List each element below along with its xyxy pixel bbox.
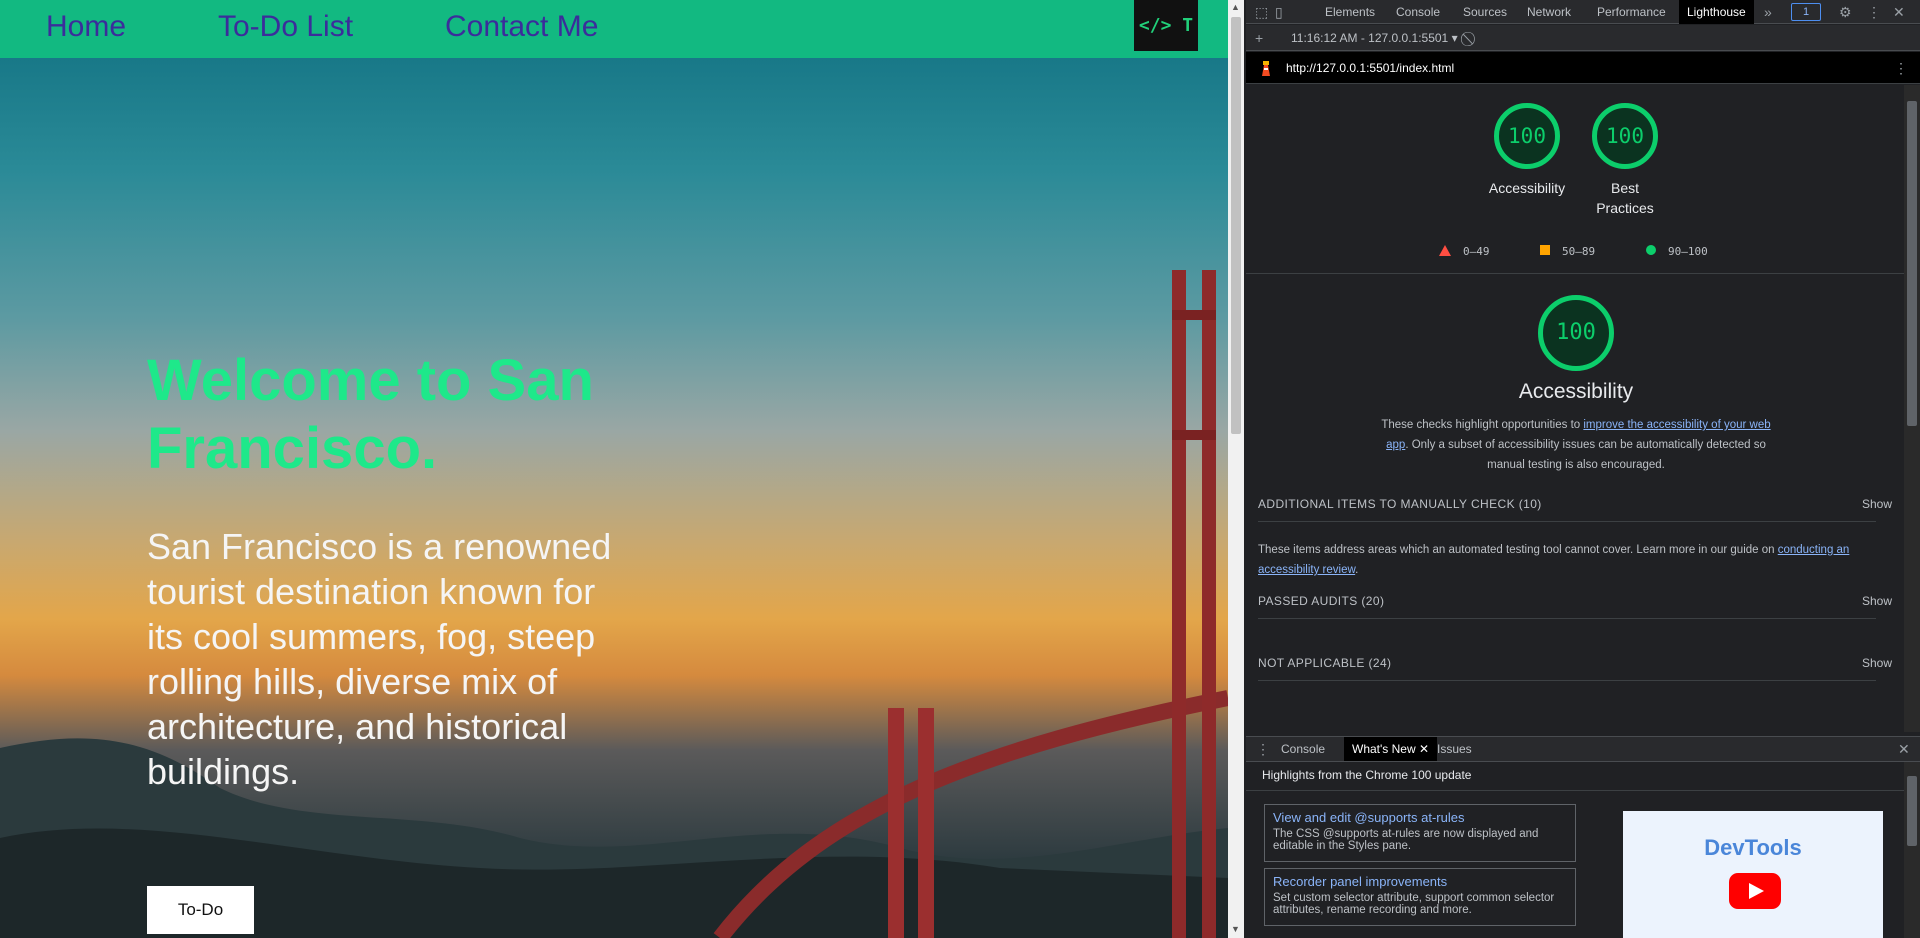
fail-triangle-icon (1439, 245, 1451, 256)
tab-performance[interactable]: Performance (1597, 0, 1666, 24)
drawer-tab-whats-new[interactable]: What's New ✕ (1344, 737, 1438, 761)
issues-badge[interactable]: 1 (1791, 3, 1821, 21)
card-description: The CSS @supports at-rules are now displ… (1273, 828, 1539, 852)
group-manual-check[interactable]: ADDITIONAL ITEMS TO MANUALLY CHECK (10) (1258, 497, 1542, 511)
nav-link-home[interactable]: Home (46, 10, 126, 44)
close-tab-icon[interactable]: ✕ (1419, 742, 1429, 756)
card-title[interactable]: View and edit @supports at-rules (1273, 810, 1567, 825)
devtools-toolbar: ⬚ ▯ Elements Console Sources Network Per… (1246, 0, 1920, 24)
issues-count: 1 (1802, 6, 1810, 18)
report-url[interactable]: http://127.0.0.1:5501/index.html (1286, 61, 1454, 75)
page-scrollbar-thumb[interactable] (1231, 17, 1241, 434)
nav-link-todo-list[interactable]: To-Do List (218, 10, 353, 44)
card-title[interactable]: Recorder panel improvements (1273, 874, 1567, 889)
tab-elements[interactable]: Elements (1325, 0, 1375, 24)
scroll-down-icon[interactable]: ▼ (1231, 924, 1240, 934)
tab-sources[interactable]: Sources (1463, 0, 1507, 24)
card-description: Set custom selector attribute, support c… (1273, 892, 1555, 916)
legend-fail: 0–49 (1439, 245, 1490, 258)
legend-pass: 90–100 (1646, 245, 1708, 258)
browser-window: Home To-Do List Contact Me </> T Welcome… (0, 0, 1920, 938)
score-label-accessibility: Accessibility (1488, 180, 1566, 196)
close-drawer-icon[interactable]: ✕ (1898, 737, 1910, 761)
legend-average: 50–89 (1540, 245, 1595, 258)
scroll-up-icon[interactable]: ▲ (1231, 2, 1240, 12)
promo-title: DevTools (1704, 835, 1802, 860)
score-label-best-practices: Best Practices (1596, 180, 1654, 216)
divider (1258, 680, 1876, 681)
new-report-plus-icon[interactable]: + (1255, 25, 1263, 51)
show-passed-button[interactable]: Show (1862, 594, 1892, 608)
drawer-scrollbar-thumb[interactable] (1907, 776, 1917, 846)
drawer-tabbar: ⋮ Console What's New ✕ Issues ✕ (1246, 736, 1920, 762)
bridge-tower-image (1172, 270, 1216, 938)
score-gauge-accessibility[interactable]: 100 (1494, 103, 1560, 169)
lighthouse-report: 100 Accessibility 100 Best Practices 0–4… (1246, 85, 1920, 732)
whats-new-content: View and edit @supports at-rules The CSS… (1246, 790, 1920, 938)
report-scrollbar[interactable] (1904, 85, 1920, 732)
group-passed-audits[interactable]: PASSED AUDITS (20) (1258, 594, 1384, 608)
drawer-scrollbar[interactable] (1904, 762, 1920, 938)
device-toolbar-icon[interactable]: ▯ (1275, 0, 1283, 24)
show-not-applicable-button[interactable]: Show (1862, 656, 1892, 670)
drawer-tab-console[interactable]: Console (1281, 737, 1325, 761)
youtube-play-icon[interactable] (1729, 873, 1781, 909)
divider (1246, 273, 1904, 274)
report-menu-icon[interactable]: ⋮ (1894, 56, 1908, 80)
category-score-gauge: 100 (1538, 295, 1614, 371)
divider (1258, 618, 1876, 619)
todo-button[interactable]: To-Do (147, 886, 254, 934)
lighthouse-toolbar: + 11:16:12 AM - 127.0.0.1:5501 ▾ ⃠ (1246, 25, 1920, 51)
average-square-icon (1540, 245, 1550, 255)
whats-new-heading: Highlights from the Chrome 100 update (1262, 768, 1472, 782)
website-viewport: Home To-Do List Contact Me </> T Welcome… (0, 0, 1228, 938)
manual-check-description: These items address areas which an autom… (1258, 544, 1850, 576)
site-logo[interactable]: </> T (1134, 0, 1198, 51)
devtools-panel: ⬚ ▯ Elements Console Sources Network Per… (1246, 0, 1920, 938)
category-title: Accessibility (1518, 380, 1634, 403)
hero-description: San Francisco is a renowned tourist dest… (147, 526, 612, 792)
tab-console[interactable]: Console (1396, 0, 1440, 24)
nav-link-contact[interactable]: Contact Me (445, 10, 598, 44)
score-gauge-best-practices[interactable]: 100 (1592, 103, 1658, 169)
pass-circle-icon (1646, 245, 1656, 255)
drawer-menu-icon[interactable]: ⋮ (1256, 737, 1270, 761)
hero-title: Welcome to San Francisco. (147, 348, 594, 481)
more-options-icon[interactable]: ⋮ (1867, 0, 1881, 24)
site-navbar: Home To-Do List Contact Me </> T (0, 0, 1228, 58)
devtools-video-thumbnail[interactable]: DevTools (1623, 811, 1883, 938)
page-scrollbar[interactable]: ▲ ▼ (1228, 0, 1244, 938)
category-description: These checks highlight opportunities to … (1381, 419, 1771, 471)
drawer-tab-issues[interactable]: Issues (1437, 737, 1472, 761)
lighthouse-logo-icon (1262, 61, 1270, 76)
more-tabs-icon[interactable]: » (1764, 0, 1772, 24)
report-scrollbar-thumb[interactable] (1907, 101, 1917, 426)
report-select[interactable]: 11:16:12 AM - 127.0.0.1:5501 ▾ (1291, 25, 1458, 51)
divider (1258, 521, 1876, 522)
group-not-applicable[interactable]: NOT APPLICABLE (24) (1258, 656, 1391, 670)
report-url-bar: http://127.0.0.1:5501/index.html ⋮ (1246, 52, 1920, 84)
tab-network[interactable]: Network (1527, 0, 1571, 24)
settings-gear-icon[interactable]: ⚙ (1839, 0, 1852, 24)
tab-lighthouse[interactable]: Lighthouse (1679, 0, 1754, 24)
inspect-element-icon[interactable]: ⬚ (1255, 0, 1268, 24)
whats-new-card[interactable]: View and edit @supports at-rules The CSS… (1264, 804, 1576, 862)
close-icon[interactable]: ✕ (1893, 0, 1905, 24)
show-manual-button[interactable]: Show (1862, 497, 1892, 511)
whats-new-card[interactable]: Recorder panel improvements Set custom s… (1264, 868, 1576, 926)
